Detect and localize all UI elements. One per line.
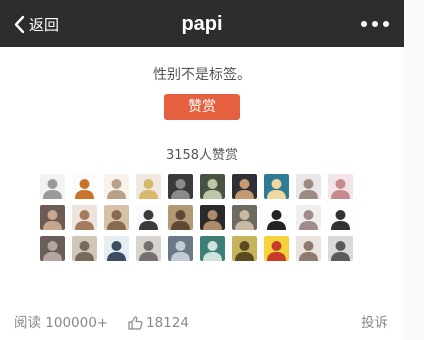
right-edge <box>404 0 424 340</box>
avatar-image <box>104 236 129 261</box>
avatar-image <box>40 174 65 199</box>
top-nav-bar: 返回 papi <box>0 0 404 47</box>
article-footer: 阅读 100000+ 18124 投诉 <box>14 313 394 333</box>
dot-icon <box>383 21 389 27</box>
donor-avatar[interactable] <box>72 205 97 230</box>
dot-icon <box>372 21 378 27</box>
avatar-image <box>40 205 65 230</box>
avatar-image <box>136 236 161 261</box>
avatar-image <box>328 174 353 199</box>
donor-avatar[interactable] <box>104 205 129 230</box>
avatar-image <box>104 174 129 199</box>
donor-avatar[interactable] <box>296 174 321 199</box>
donor-avatar[interactable] <box>40 205 65 230</box>
more-options-button[interactable] <box>361 17 389 31</box>
donor-avatar[interactable] <box>200 205 225 230</box>
donor-avatar[interactable] <box>232 174 257 199</box>
donor-avatar[interactable] <box>264 174 289 199</box>
avatar-image <box>40 236 65 261</box>
donor-avatar[interactable] <box>168 205 193 230</box>
donor-avatar[interactable] <box>232 236 257 261</box>
donor-avatar[interactable] <box>264 205 289 230</box>
donor-avatar[interactable] <box>264 236 289 261</box>
avatar-image <box>72 174 97 199</box>
read-count: 阅读 100000+ <box>14 315 109 331</box>
avatar-image <box>72 205 97 230</box>
thumbs-up-icon <box>128 316 143 330</box>
donor-avatar[interactable] <box>40 174 65 199</box>
donor-avatar[interactable] <box>296 205 321 230</box>
donor-avatar[interactable] <box>328 205 353 230</box>
avatar-image <box>264 236 289 261</box>
reward-slogan: 性别不是标签。 <box>153 67 251 83</box>
donor-avatar[interactable] <box>168 174 193 199</box>
donor-avatar[interactable] <box>328 236 353 261</box>
avatar-image <box>200 236 225 261</box>
avatar-image <box>328 205 353 230</box>
report-link[interactable]: 投诉 <box>361 313 388 333</box>
donor-avatar[interactable] <box>168 236 193 261</box>
donor-avatar[interactable] <box>72 174 97 199</box>
donor-avatar[interactable] <box>328 174 353 199</box>
donor-avatar[interactable] <box>136 174 161 199</box>
avatar-image <box>136 174 161 199</box>
avatar-image <box>232 236 257 261</box>
donor-avatar[interactable] <box>104 174 129 199</box>
donor-avatar[interactable] <box>296 236 321 261</box>
avatar-image <box>168 205 193 230</box>
page-title: papi <box>181 13 223 35</box>
donor-avatar[interactable] <box>232 205 257 230</box>
reward-button[interactable]: 赞赏 <box>164 94 240 120</box>
avatar-image <box>296 205 321 230</box>
reward-count: 3158人赞赏 <box>165 148 239 163</box>
like-button[interactable]: 18124 <box>128 313 189 333</box>
avatar-grid <box>40 174 353 261</box>
donor-avatar[interactable] <box>40 236 65 261</box>
donor-avatar[interactable] <box>200 174 225 199</box>
avatar-image <box>264 174 289 199</box>
like-count: 18124 <box>146 315 189 331</box>
avatar-image <box>104 205 129 230</box>
avatar-image <box>296 236 321 261</box>
avatar-image <box>72 236 97 261</box>
avatar-image <box>296 174 321 199</box>
donor-avatar[interactable] <box>136 236 161 261</box>
avatar-image <box>168 174 193 199</box>
avatar-image <box>232 205 257 230</box>
avatar-image <box>328 236 353 261</box>
avatar-image <box>264 205 289 230</box>
avatar-image <box>200 205 225 230</box>
avatar-image <box>136 205 161 230</box>
donor-avatar[interactable] <box>104 236 129 261</box>
avatar-image <box>232 174 257 199</box>
avatar-image <box>168 236 193 261</box>
donor-avatar[interactable] <box>72 236 97 261</box>
avatar-image <box>200 174 225 199</box>
dot-icon <box>361 21 367 27</box>
donor-avatar[interactable] <box>136 205 161 230</box>
donor-avatar[interactable] <box>200 236 225 261</box>
